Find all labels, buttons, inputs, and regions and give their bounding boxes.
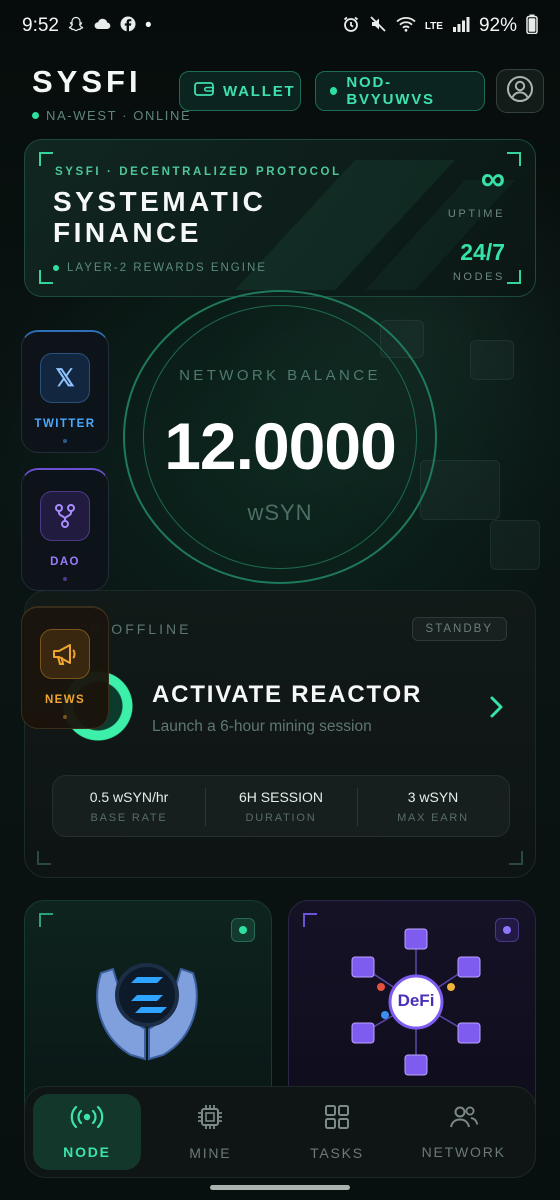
engine-dot xyxy=(53,265,59,271)
card-badge xyxy=(495,918,519,942)
card-badge xyxy=(231,918,255,942)
chevron-right-icon[interactable] xyxy=(489,695,505,724)
reactor-stats: 0.5 wSYN/hr BASE RATE 6H SESSION DURATIO… xyxy=(52,775,510,837)
stat-label: MAX EARN xyxy=(397,811,469,824)
frame-corner xyxy=(509,851,523,865)
profile-button[interactable] xyxy=(496,69,544,113)
nav-label: NETWORK xyxy=(421,1144,506,1160)
megaphone-icon xyxy=(40,629,90,679)
wallet-label: WALLET xyxy=(223,82,296,100)
uptime-label: UPTIME xyxy=(447,208,505,220)
nodes-label: NODES xyxy=(452,271,505,283)
stat-max-earn: 3 wSYN MAX EARN xyxy=(357,776,509,836)
alarm-icon xyxy=(342,15,360,37)
stat-value: 3 wSYN xyxy=(407,788,459,805)
frame-corner xyxy=(39,913,53,927)
activate-reactor-title[interactable]: ACTIVATE REACTOR xyxy=(152,681,422,709)
frame-corner xyxy=(37,851,51,865)
region-status: NA-WEST · ONLINE xyxy=(32,108,191,123)
indicator-dot xyxy=(63,715,67,719)
status-dot: • xyxy=(144,15,152,36)
indicator-dot xyxy=(63,577,67,581)
hero-title: SYSTEMATIC FINANCE xyxy=(53,186,266,248)
bottom-nav: NODE MINE TASKS NETWORK xyxy=(24,1086,536,1178)
defi-label: DeFi xyxy=(397,991,435,1010)
status-time: 9:52 xyxy=(22,15,59,36)
node-id-button[interactable]: NOD-BVYUWVS xyxy=(315,71,485,111)
news-label: NEWS xyxy=(44,694,86,706)
cloud-icon xyxy=(93,17,111,35)
frame-corner xyxy=(39,270,53,284)
status-bar: 9:52 • LTE 92% xyxy=(0,0,560,52)
balance-unit: wSYN xyxy=(247,500,313,525)
broadcast-icon xyxy=(70,1104,104,1135)
hero-footer: LAYER-2 REWARDS ENGINE xyxy=(53,262,267,274)
facebook-icon xyxy=(120,16,136,36)
snapchat-icon xyxy=(68,16,84,36)
wifi-icon xyxy=(396,16,416,36)
stat-base-rate: 0.5 wSYN/hr BASE RATE xyxy=(53,776,205,836)
signal-icon xyxy=(452,16,470,36)
nav-label: TASKS xyxy=(310,1145,364,1161)
indicator-dot xyxy=(63,439,67,443)
lte-indicator: LTE xyxy=(424,20,443,32)
frame-corner xyxy=(303,913,317,927)
nav-label: NODE xyxy=(63,1144,111,1160)
balance-value: 12.0000 xyxy=(164,409,397,483)
nav-tasks[interactable]: TASKS xyxy=(274,1094,401,1170)
mute-icon xyxy=(369,15,387,37)
region-label: NA-WEST · ONLINE xyxy=(46,108,192,123)
node-status-dot xyxy=(330,87,338,95)
frame-corner xyxy=(39,152,53,166)
hero-kicker: SYSFI · DECENTRALIZED PROTOCOL xyxy=(55,166,342,178)
frame-corner xyxy=(507,152,521,166)
brand-title: SYSFI xyxy=(32,64,142,99)
hero-card: SYSFI · DECENTRALIZED PROTOCOL SYSTEMATI… xyxy=(24,139,536,297)
branch-icon xyxy=(40,491,90,541)
balance-label: NETWORK BALANCE xyxy=(179,367,381,384)
activate-reactor-subtitle: Launch a 6-hour mining session xyxy=(152,718,372,735)
x-logo-icon: 𝕏 xyxy=(40,353,90,403)
wallet-icon xyxy=(194,81,214,101)
nav-node[interactable]: NODE xyxy=(33,1094,141,1170)
dao-label: DAO xyxy=(50,556,80,568)
stat-duration: 6H SESSION DURATION xyxy=(205,776,357,836)
frame-corner xyxy=(507,270,521,284)
nav-label: MINE xyxy=(189,1145,232,1161)
dao-app-button[interactable]: DAO xyxy=(21,468,109,591)
stat-label: DURATION xyxy=(245,811,317,824)
nav-mine[interactable]: MINE xyxy=(147,1094,274,1170)
hands-coin-icon xyxy=(96,963,198,1061)
battery-percent: 92% xyxy=(478,15,517,36)
online-dot xyxy=(32,112,39,119)
wallet-button[interactable]: WALLET xyxy=(179,71,301,111)
brand-block: SYSFI NA-WEST · ONLINE xyxy=(32,64,191,123)
stat-value: 0.5 wSYN/hr xyxy=(89,788,169,805)
standby-badge: STANDBY xyxy=(411,617,507,641)
twitter-app-button[interactable]: 𝕏 TWITTER xyxy=(21,330,109,453)
home-indicator[interactable] xyxy=(210,1185,350,1190)
stat-label: BASE RATE xyxy=(90,811,168,824)
battery-icon xyxy=(526,14,538,38)
twitter-label: TWITTER xyxy=(34,418,96,430)
background-block xyxy=(470,340,514,380)
nav-network[interactable]: NETWORK xyxy=(400,1094,527,1170)
grid-icon xyxy=(323,1103,351,1136)
news-app-button[interactable]: NEWS xyxy=(21,606,109,729)
people-icon xyxy=(449,1104,479,1135)
node-id-label: NOD-BVYUWVS xyxy=(346,74,435,108)
chip-icon xyxy=(196,1103,224,1136)
stat-value: 6H SESSION xyxy=(238,788,324,805)
hero-title-line2: FINANCE xyxy=(53,217,202,248)
uptime-value: ∞ xyxy=(480,160,505,198)
user-icon xyxy=(506,75,534,108)
background-block xyxy=(490,520,540,570)
nodes-value: 24/7 xyxy=(460,239,505,265)
hero-footer-label: LAYER-2 REWARDS ENGINE xyxy=(67,262,267,274)
hero-title-line1: SYSTEMATIC xyxy=(53,186,267,217)
